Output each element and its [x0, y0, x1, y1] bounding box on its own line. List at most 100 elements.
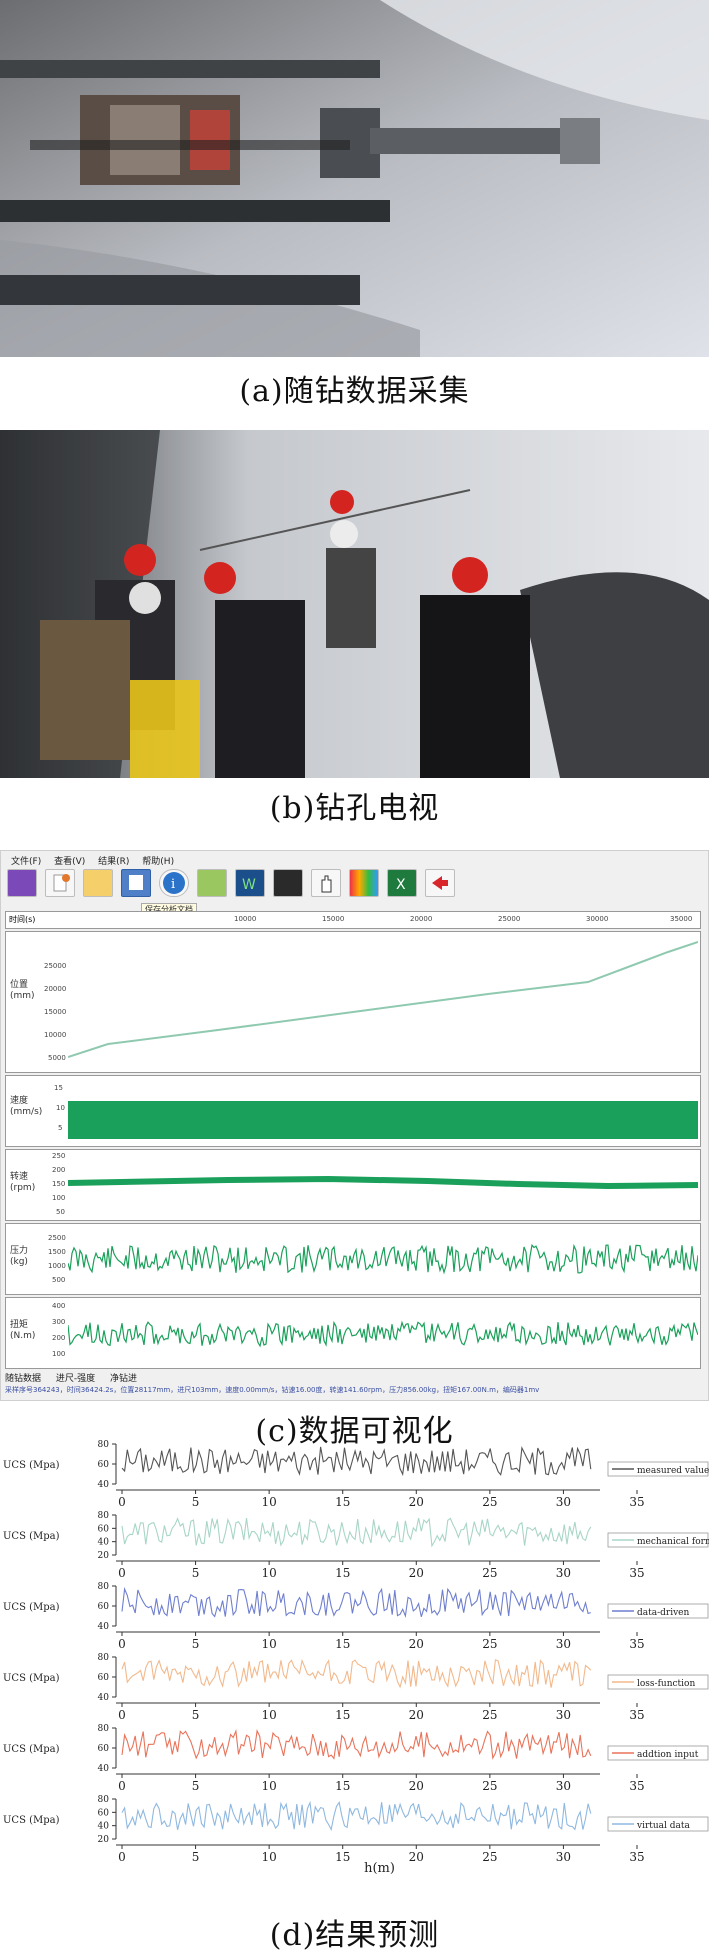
time-tick: 15000: [322, 915, 345, 923]
report-icon[interactable]: [273, 869, 303, 897]
rpm-panel: 转速 (rpm) 250 200 150 100 50: [5, 1149, 701, 1221]
ucs-x-tick-label: 5: [192, 1708, 200, 1722]
ucs-x-tick-label: 0: [118, 1708, 126, 1722]
ucs-y-tick-label: 40: [98, 1764, 110, 1774]
word-export-icon[interactable]: W: [235, 869, 265, 897]
excel-export-icon[interactable]: X: [387, 869, 417, 897]
ucs-y-tick-label: 80: [98, 1511, 110, 1521]
map-icon[interactable]: [197, 869, 227, 897]
ucs-x-tick-label: 20: [409, 1566, 424, 1580]
position-tick: 10000: [44, 1031, 67, 1039]
ucs-x-tick-label: 10: [262, 1708, 277, 1722]
ucs-x-tick-label: 25: [482, 1637, 497, 1651]
tab-net-drilling[interactable]: 净钻进: [110, 1371, 137, 1384]
ucs-x-tick-label: 30: [556, 1566, 571, 1580]
ucs-legend-label: measured value: [637, 1466, 709, 1476]
open-folder-icon[interactable]: [83, 869, 113, 897]
torque-panel: 扭矩 (N.m) 400 300 200 100: [5, 1297, 701, 1369]
app-logo-icon[interactable]: [7, 869, 37, 897]
ucs-x-tick-label: 20: [409, 1708, 424, 1722]
ucs-x-label: h(m): [364, 1861, 395, 1876]
menu-results[interactable]: 结果(R): [98, 854, 129, 867]
tab-advance-strength[interactable]: 进尺-强度: [56, 1371, 95, 1384]
tab-drilling-data[interactable]: 随钻数据: [5, 1371, 41, 1384]
ucs-x-tick-label: 10: [262, 1637, 277, 1651]
rpm-tick: 100: [52, 1194, 66, 1202]
rpm-tick: 50: [56, 1208, 65, 1216]
ucs-prediction-chart: UCS (Mpa) 80 60 40 0 5 10 15 20 25 30 35 measured va…: [0, 1440, 709, 1910]
ucs-y-tick-label: 60: [98, 1460, 110, 1470]
ucs-x-tick-label: 35: [629, 1495, 644, 1509]
ucs-x-tick-label: 0: [118, 1495, 126, 1509]
ucs-y-tick-label: 40: [98, 1693, 110, 1703]
ucs-legend-label: loss-function: [637, 1679, 695, 1689]
time-axis-label: 时间(s): [9, 915, 36, 924]
ucs-x-tick-label: 0: [118, 1850, 126, 1864]
drilling-rig-photo: [0, 0, 709, 357]
ucs-series-line: [121, 1800, 592, 1832]
menu-bar: 文件(F) 查看(V) 结果(R) 帮助(H): [1, 851, 708, 867]
menu-help[interactable]: 帮助(H): [142, 854, 174, 867]
menu-view[interactable]: 查看(V): [54, 854, 85, 867]
ucs-x-tick-label: 30: [556, 1637, 571, 1651]
torque-label: 扭矩 (N.m): [10, 1320, 36, 1341]
torque-tick: 300: [52, 1318, 66, 1326]
hand-pan-icon[interactable]: [311, 869, 341, 897]
ucs-y-tick-label: 60: [98, 1602, 110, 1612]
ucs-x-tick-label: 15: [335, 1495, 350, 1509]
save-icon[interactable]: [121, 869, 151, 897]
ucs-x-tick-label: 35: [629, 1850, 644, 1864]
rpm-tick: 250: [52, 1152, 66, 1160]
menu-file[interactable]: 文件(F): [11, 854, 41, 867]
ucs-legend-label: data-driven: [637, 1608, 690, 1618]
ucs-y-label: UCS (Mpa): [3, 1815, 60, 1826]
ucs-x-tick-label: 15: [335, 1708, 350, 1722]
pressure-panel: 压力 (kg) 2500 1500 1000 500: [5, 1223, 701, 1295]
ucs-y-label: UCS (Mpa): [3, 1673, 60, 1684]
new-file-icon[interactable]: [45, 869, 75, 897]
ucs-x-tick-label: 25: [482, 1779, 497, 1793]
exit-icon[interactable]: [425, 869, 455, 897]
ucs-series-line: [121, 1517, 592, 1548]
ucs-y-tick-label: 80: [98, 1724, 110, 1734]
ucs-x-tick-label: 20: [409, 1495, 424, 1509]
ucs-y-tick-label: 80: [98, 1653, 110, 1663]
info-icon[interactable]: i: [159, 869, 189, 897]
torque-tick: 400: [52, 1302, 66, 1310]
position-tick: 5000: [48, 1054, 66, 1062]
ucs-series-line: [121, 1728, 592, 1760]
ucs-x-tick-label: 35: [629, 1708, 644, 1722]
ucs-x-tick-label: 30: [556, 1495, 571, 1509]
ucs-y-tick-label: 60: [98, 1744, 110, 1754]
time-tick: 25000: [498, 915, 521, 923]
status-line: 采样序号364243，时间36424.2s，位置28117mm，进尺103mm，…: [5, 1386, 540, 1394]
ucs-x-tick-label: 5: [192, 1850, 200, 1864]
torque-tick: 200: [52, 1334, 66, 1342]
ucs-x-tick-label: 25: [482, 1566, 497, 1580]
ucs-x-tick-label: 30: [556, 1850, 571, 1864]
time-tick: 30000: [586, 915, 609, 923]
caption-a: (a)随钻数据采集: [239, 374, 470, 409]
ucs-x-tick-label: 10: [262, 1566, 277, 1580]
rpm-label: 转速 (rpm): [10, 1172, 36, 1193]
rpm-signal: [68, 1175, 698, 1190]
ucs-y-tick-label: 40: [98, 1622, 110, 1632]
speed-tick: 5: [58, 1124, 63, 1132]
ucs-y-label: UCS (Mpa): [3, 1602, 60, 1613]
bottom-tabs: 随钻数据 进尺-强度 净钻进: [5, 1371, 701, 1384]
time-axis: 时间(s) 10000 15000 20000 25000 30000 3500…: [5, 911, 701, 929]
ucs-x-tick-label: 15: [335, 1779, 350, 1793]
color-palette-icon[interactable]: [349, 869, 379, 897]
ucs-y-tick-label: 60: [98, 1673, 110, 1683]
ucs-y-label: UCS (Mpa): [3, 1531, 60, 1542]
ucs-y-label: UCS (Mpa): [3, 1744, 60, 1755]
ucs-y-tick-label: 80: [98, 1795, 110, 1805]
position-tick: 20000: [44, 985, 67, 993]
ucs-y-tick-label: 40: [98, 1480, 110, 1490]
ucs-x-tick-label: 0: [118, 1779, 126, 1793]
svg-text:X: X: [396, 877, 406, 893]
ucs-y-tick-label: 60: [98, 1524, 110, 1534]
ucs-legend-label: mechanical formula: [637, 1537, 709, 1547]
time-tick: 35000: [670, 915, 693, 923]
ucs-x-tick-label: 25: [482, 1495, 497, 1509]
